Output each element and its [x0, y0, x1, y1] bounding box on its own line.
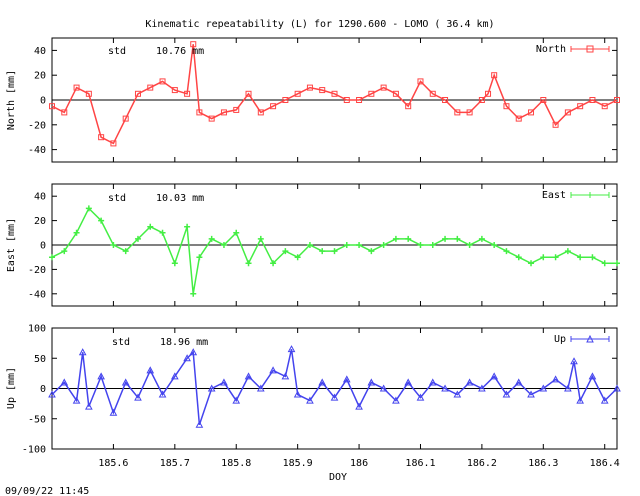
- north-y-axis-label: North [mm]: [6, 70, 17, 130]
- east-y-tick-label: 0: [40, 241, 46, 252]
- x-tick-label: 185.9: [283, 458, 313, 469]
- east-data-point: [257, 235, 264, 242]
- chart-title: Kinematic repeatability (L) for 1290.600…: [145, 19, 494, 30]
- north-y-tick-label: -20: [28, 120, 46, 131]
- east-data-point: [343, 242, 350, 248]
- east-data-point: [110, 242, 117, 248]
- east-data-point: [159, 229, 166, 236]
- east-data-point: [190, 290, 197, 297]
- east-data-point: [528, 260, 535, 267]
- east-legend-label: East: [542, 190, 566, 201]
- x-tick-label: 186.4: [590, 458, 620, 469]
- north-y-tick-label: 20: [34, 71, 46, 82]
- east-data-point: [515, 254, 522, 261]
- east-data-point: [552, 254, 559, 261]
- x-tick-label: 185.8: [221, 458, 251, 469]
- chart-canvas: Kinematic repeatability (L) for 1290.600…: [5, 19, 621, 496]
- east-data-point: [405, 235, 412, 242]
- east-data-point: [319, 248, 326, 255]
- up-y-tick-label: 100: [28, 324, 46, 335]
- up-y-tick-label: -100: [22, 445, 46, 456]
- up-y-tick-label: -50: [28, 414, 46, 425]
- up-y-tick-label: 50: [34, 354, 46, 365]
- east-data-point: [491, 242, 498, 248]
- x-tick-label: 186.3: [528, 458, 558, 469]
- east-data-point: [380, 242, 387, 248]
- north-std-value: 10.76 mm: [156, 46, 204, 57]
- east-y-axis-label: East [mm]: [6, 218, 17, 272]
- east-data-point: [564, 248, 571, 255]
- x-tick-label: 186.1: [405, 458, 435, 469]
- east-data-point: [49, 254, 55, 261]
- east-data-point: [466, 242, 473, 248]
- up-y-tick-label: 0: [40, 384, 46, 395]
- east-series: [49, 205, 620, 297]
- x-tick-label: 185.7: [160, 458, 190, 469]
- east-data-point: [331, 248, 338, 255]
- east-data-point: [614, 260, 620, 267]
- east-legend-marker: [570, 192, 610, 198]
- up-y-axis-label: Up [mm]: [6, 367, 17, 409]
- east-std-label: std: [108, 193, 126, 204]
- north-y-tick-label: 40: [34, 46, 46, 57]
- north-series-line: [51, 44, 618, 145]
- east-data-point: [540, 254, 547, 261]
- up-panel: -100 -50 0 50 100 Up [mm] std 18.96 mm Up: [6, 324, 621, 456]
- x-tick-label: 186.2: [467, 458, 497, 469]
- east-data-point: [454, 235, 461, 242]
- east-data-point: [245, 260, 252, 267]
- up-series-line: [51, 349, 618, 426]
- east-data-point: [356, 242, 363, 248]
- east-y-tick-label: -40: [28, 289, 46, 300]
- x-tick-label: 186: [350, 458, 368, 469]
- east-data-point: [601, 260, 608, 267]
- x-axis-ticks: 185.6 185.7 185.8 185.9 186 186.1 186.2 186.3 18…: [98, 458, 619, 469]
- north-y-tick-label: -40: [28, 145, 46, 156]
- east-data-point: [392, 235, 399, 242]
- up-std-label: std: [112, 337, 130, 348]
- east-y-tick-label: 20: [34, 216, 46, 227]
- x-axis-label: DOY: [329, 472, 347, 483]
- east-data-point: [368, 248, 375, 255]
- up-std-value: 18.96 mm: [160, 337, 208, 348]
- east-panel: -40 -20 0 20 40 East [mm] std 10.03 mm East: [6, 183, 620, 307]
- footer-timestamp: 09/09/22 11:45: [5, 486, 89, 496]
- north-series: [49, 41, 620, 147]
- north-panel: -40 -20 0 20 40 North [mm] std 10.76 mm Nort…: [6, 37, 620, 163]
- east-data-point: [577, 254, 584, 261]
- east-data-point: [442, 235, 449, 242]
- east-data-point: [478, 235, 485, 242]
- east-data-point: [184, 223, 191, 230]
- north-legend-marker: [570, 45, 610, 53]
- east-data-point: [171, 260, 178, 267]
- up-legend-label: Up: [554, 334, 566, 345]
- up-legend-marker: [570, 334, 610, 343]
- east-data-point: [429, 242, 436, 248]
- north-legend-label: North: [536, 44, 566, 55]
- north-std-label: std: [108, 46, 126, 57]
- up-series: [48, 345, 621, 428]
- north-y-tick-label: 0: [40, 96, 46, 107]
- east-y-tick-label: 40: [34, 192, 46, 203]
- east-y-tick-label: -20: [28, 265, 46, 276]
- east-std-value: 10.03 mm: [156, 193, 204, 204]
- east-data-point: [589, 254, 596, 261]
- x-tick-label: 185.6: [98, 458, 128, 469]
- east-data-point: [503, 248, 510, 255]
- east-data-point: [417, 242, 424, 248]
